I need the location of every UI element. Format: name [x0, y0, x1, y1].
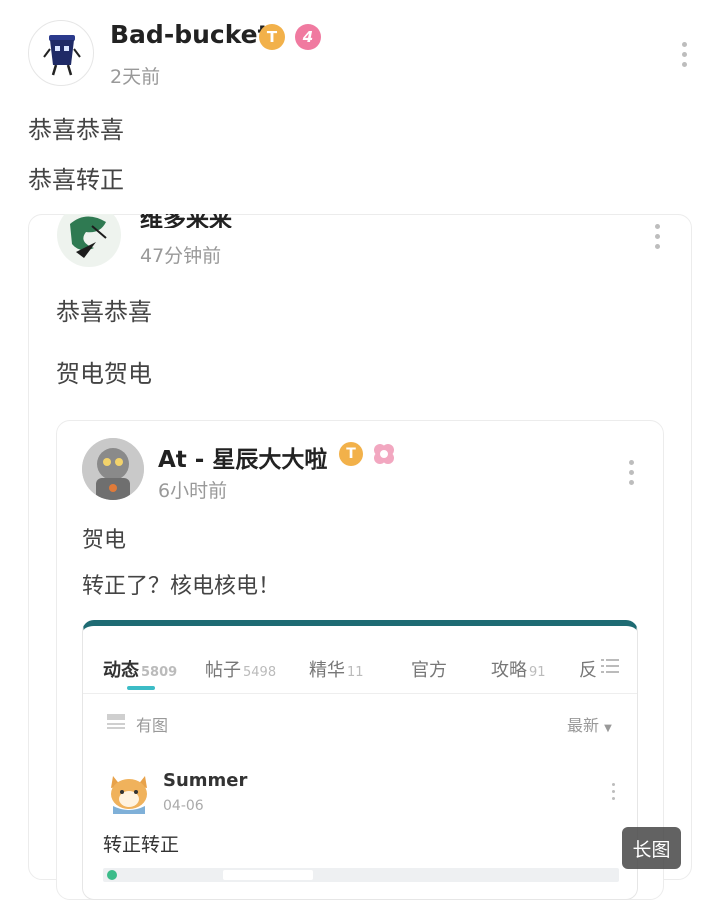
- quote1-line-2: 贺电贺电: [56, 360, 152, 388]
- tab-feedback[interactable]: 反: [579, 656, 597, 682]
- quote2-avatar[interactable]: [82, 438, 144, 500]
- tab-featured[interactable]: 精华 11: [309, 656, 364, 682]
- tab-dynamic[interactable]: 动态 5809: [103, 656, 177, 682]
- cat-avatar-icon: [111, 776, 147, 814]
- quote2-more-icon[interactable]: [629, 460, 634, 485]
- quote2-author[interactable]: At - 星辰大大啦: [158, 440, 327, 474]
- caret-down-icon: ▼: [604, 723, 612, 734]
- quote1-author-clip: 维多来来: [140, 214, 340, 228]
- summer-more-icon[interactable]: [612, 783, 615, 800]
- dragon-avatar-icon: [57, 214, 121, 267]
- embedded-screenshot[interactable]: 动态 5809 帖子 5498 精华 11 官方 攻略 91 反 有图 最新 ▼ Sum…: [82, 620, 638, 900]
- level-badge: 4: [295, 24, 321, 50]
- post-line-1: 恭喜恭喜: [28, 116, 124, 144]
- more-options-icon[interactable]: [682, 42, 687, 67]
- summer-username[interactable]: Summer: [163, 770, 247, 791]
- image-filter-label[interactable]: 有图: [136, 712, 168, 736]
- robot-avatar-icon: [82, 438, 144, 500]
- bucket-avatar-icon: [43, 35, 81, 76]
- summer-date: 04-06: [163, 798, 204, 814]
- active-tab-indicator: [127, 686, 155, 690]
- sort-dropdown[interactable]: 最新 ▼: [567, 712, 612, 736]
- tab-guides[interactable]: 攻略 91: [491, 656, 546, 682]
- tab-posts[interactable]: 帖子 5498: [205, 656, 276, 682]
- menu-list-icon[interactable]: [601, 658, 619, 674]
- quote1-time: 47分钟前: [140, 245, 222, 267]
- summer-post-text: 转正转正: [103, 834, 180, 856]
- quote2-flower-badge-icon: [371, 441, 397, 467]
- quote2-time: 6小时前: [158, 480, 228, 502]
- quote1-avatar[interactable]: [56, 214, 122, 268]
- author-name[interactable]: Bad-bucket: [110, 20, 270, 49]
- quote2-line-2: 转正了？核电核电！: [82, 574, 281, 599]
- quote2-line-1: 贺电: [82, 528, 127, 553]
- quote2-title-badge-icon: T: [339, 442, 363, 466]
- tab-divider: [83, 693, 637, 694]
- quote1-line-1: 恭喜恭喜: [56, 298, 152, 326]
- quote1-more-icon[interactable]: [655, 224, 660, 249]
- post-line-2: 恭喜转正: [28, 166, 124, 194]
- image-filter-icon[interactable]: [107, 714, 125, 730]
- summer-avatar[interactable]: [105, 766, 153, 814]
- tab-official[interactable]: 官方: [411, 656, 447, 682]
- browser-tabbar-thumbnail: [103, 868, 619, 882]
- quote1-author[interactable]: 维多来来: [140, 214, 340, 228]
- author-avatar[interactable]: [28, 20, 94, 86]
- title-badge-icon: T: [259, 24, 285, 50]
- post-time: 2天前: [110, 66, 161, 88]
- long-image-badge[interactable]: 长图: [622, 827, 681, 869]
